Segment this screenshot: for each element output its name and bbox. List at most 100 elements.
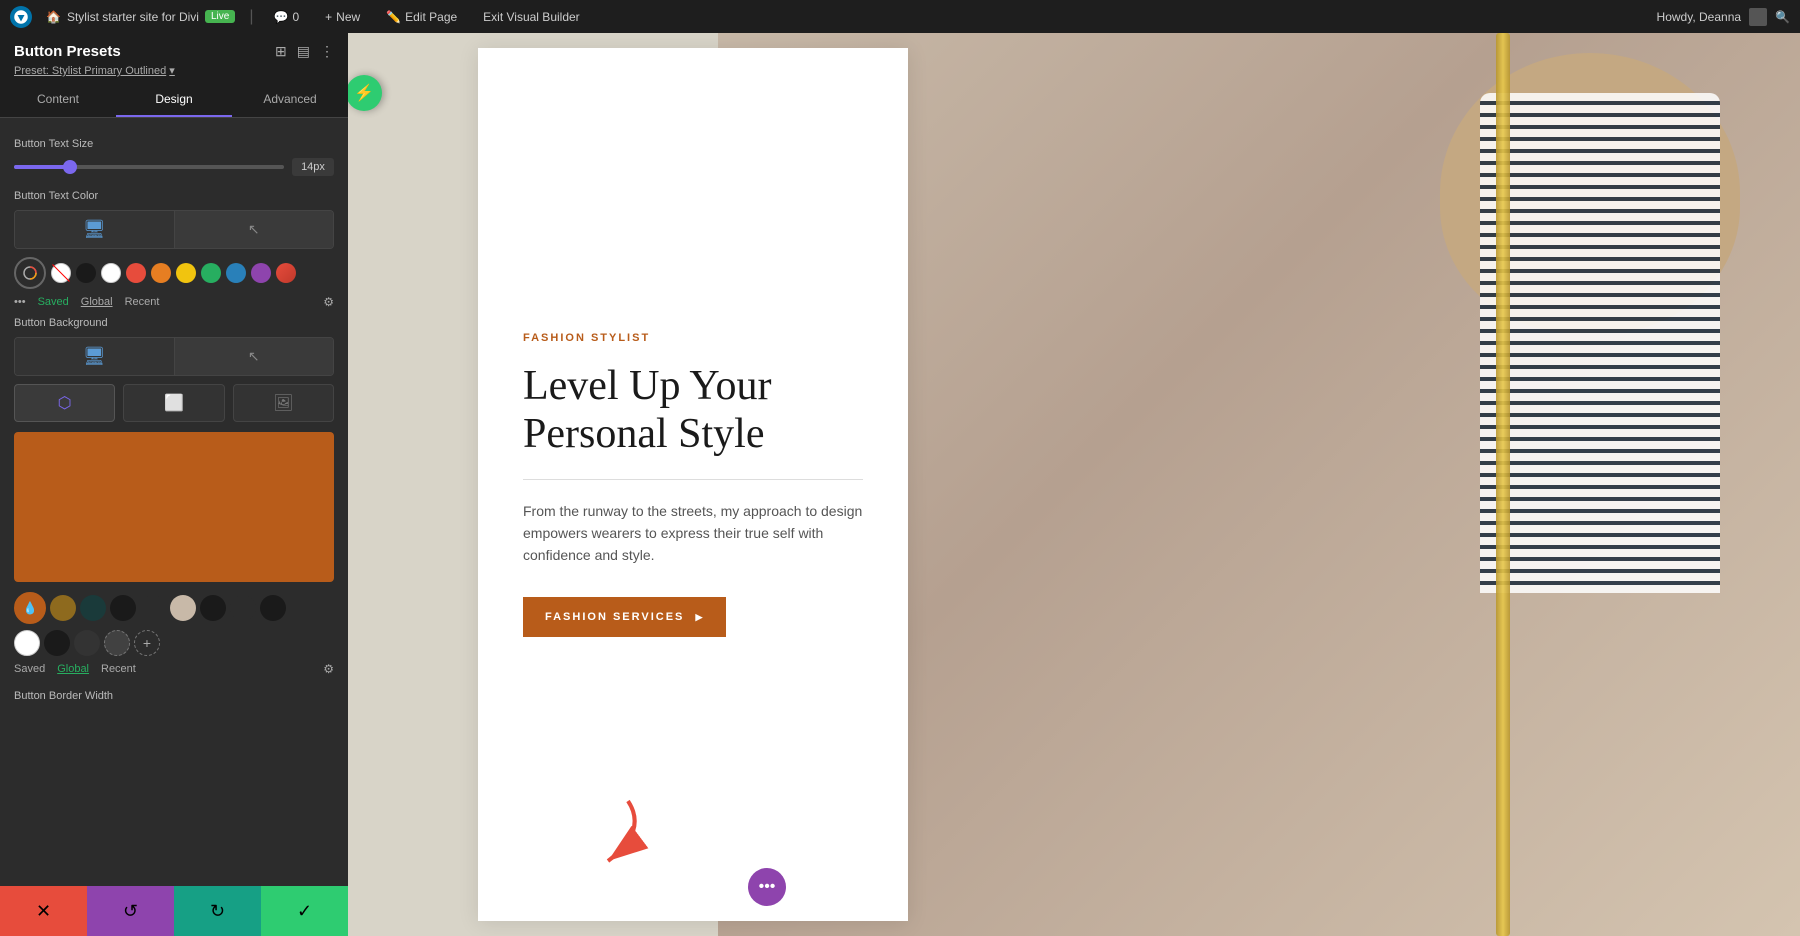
color-monitor-btn[interactable]: 🖥 — [15, 211, 174, 248]
slider-fill — [14, 165, 68, 169]
recent-swatch-1[interactable] — [50, 595, 76, 621]
grid-icon[interactable]: ⊞ — [275, 43, 287, 60]
recent-swatch-4[interactable] — [140, 595, 166, 621]
bottom-swatch-transparent[interactable] — [104, 630, 130, 656]
recent-swatch-8[interactable] — [260, 595, 286, 621]
bottom-swatch-white[interactable] — [14, 630, 40, 656]
swatch-crimson[interactable] — [276, 263, 296, 283]
undo-button[interactable]: ↺ — [87, 886, 174, 936]
save-icon: ✓ — [297, 901, 312, 922]
shirt-decoration — [1480, 93, 1720, 593]
color-settings-icon[interactable]: ⚙ — [323, 295, 334, 309]
btn-bg-cursor[interactable]: ↖ — [174, 338, 334, 375]
color-picker-icon[interactable] — [14, 257, 46, 289]
comment-count[interactable]: 💬 0 — [268, 8, 306, 26]
panel-subtitle: Preset: Stylist Primary Outlined ▾ — [14, 64, 334, 77]
swatch-purple[interactable] — [251, 263, 271, 283]
card-cta-button[interactable]: FASHION SERVICES ▶ — [523, 597, 726, 637]
swatch-green[interactable] — [201, 263, 221, 283]
cursor-icon-2: ↖ — [248, 348, 260, 365]
color-tab-saved-2[interactable]: Saved — [14, 663, 45, 675]
pencil-icon: ✏️ — [386, 10, 401, 24]
site-name-area: 🏠 Stylist starter site for Divi Live — [46, 10, 235, 24]
panel-content: Button Text Size 14px Button Text Color … — [0, 118, 348, 936]
swatch-black[interactable] — [76, 263, 96, 283]
btn-text-color-row: 🖥 ↖ — [14, 210, 334, 249]
color-cursor-btn[interactable]: ↖ — [174, 211, 334, 248]
bg-type-image[interactable]: 🖼 — [233, 384, 334, 422]
bottom-swatches-row: + — [14, 630, 334, 656]
add-swatch-button[interactable]: + — [134, 630, 160, 656]
arrow-indicator — [548, 791, 668, 876]
redo-button[interactable]: ↻ — [174, 886, 261, 936]
bg-type-gradient[interactable]: ⬜ — [123, 384, 224, 422]
swatch-yellow[interactable] — [176, 263, 196, 283]
color-tab-global-2[interactable]: Global — [57, 663, 89, 675]
swatch-orange[interactable] — [151, 263, 171, 283]
left-panel: Button Presets ⊞ ▤ ⋮ Preset: Stylist Pri… — [0, 33, 348, 936]
swatch-white[interactable] — [101, 263, 121, 283]
slider-thumb[interactable] — [63, 160, 77, 174]
undo-icon: ↺ — [123, 901, 138, 922]
tab-advanced[interactable]: Advanced — [232, 83, 348, 117]
color-tab-saved[interactable]: Saved — [38, 296, 69, 308]
top-bar: 🏠 Stylist starter site for Divi Live | 💬… — [0, 0, 1800, 33]
recent-swatch-7[interactable] — [230, 595, 256, 621]
live-badge: Live — [205, 10, 235, 23]
slider-track[interactable] — [14, 165, 284, 169]
cancel-icon: ✕ — [36, 901, 51, 922]
slider-value[interactable]: 14px — [292, 158, 334, 176]
exit-builder-button[interactable]: Exit Visual Builder — [477, 8, 586, 26]
color-settings-icon-2[interactable]: ⚙ — [323, 662, 334, 676]
tab-design[interactable]: Design — [116, 83, 232, 117]
site-name[interactable]: Stylist starter site for Divi — [67, 10, 199, 24]
recent-swatch-2[interactable] — [80, 595, 106, 621]
btn-bg-split-row: 🖥 ↖ — [14, 337, 334, 376]
canvas: ⚡ FASHION STYLIST Level Up Your Personal… — [348, 33, 1800, 936]
edit-page-button[interactable]: ✏️ Edit Page — [380, 8, 463, 26]
divi-edge-button[interactable]: ⚡ — [348, 75, 382, 111]
card-eyebrow: FASHION STYLIST — [523, 332, 863, 344]
dots-icon: ••• — [759, 878, 776, 896]
sep1: | — [249, 8, 253, 26]
save-button[interactable]: ✓ — [261, 886, 348, 936]
cancel-button[interactable]: ✕ — [0, 886, 87, 936]
image-icon: 🖼 — [273, 393, 293, 413]
btn-text-size-slider-row: 14px — [14, 158, 334, 176]
bottom-bar: ✕ ↺ ↻ ✓ — [0, 886, 348, 936]
bottom-swatch-dark[interactable] — [44, 630, 70, 656]
gradient-icon: ⬜ — [164, 393, 184, 413]
main-layout: Button Presets ⊞ ▤ ⋮ Preset: Stylist Pri… — [0, 33, 1800, 936]
btn-bg-monitor[interactable]: 🖥 — [15, 338, 174, 375]
bg-type-color[interactable]: ⬡ — [14, 384, 115, 422]
swatch-red[interactable] — [126, 263, 146, 283]
tab-content[interactable]: Content — [0, 83, 116, 117]
user-avatar[interactable] — [1749, 8, 1767, 26]
swatch-blue[interactable] — [226, 263, 246, 283]
main-color-swatch[interactable] — [14, 432, 334, 582]
color-tab-recent[interactable]: Recent — [125, 296, 160, 308]
more-icon[interactable]: ⋮ — [320, 43, 334, 60]
columns-icon[interactable]: ▤ — [297, 43, 310, 60]
new-button[interactable]: + New — [319, 8, 366, 26]
user-area: Howdy, Deanna 🔍 — [1657, 8, 1790, 26]
monitor-icon-2: 🖥 — [83, 346, 106, 367]
color-tab-global[interactable]: Global — [81, 296, 113, 308]
card-body: From the runway to the streets, my appro… — [523, 500, 863, 567]
recent-swatch-5[interactable] — [170, 595, 196, 621]
btn-border-width-label: Button Border Width — [14, 690, 334, 702]
recent-color-eyedropper[interactable]: 💧 — [14, 592, 46, 624]
wordpress-icon[interactable] — [10, 6, 32, 28]
fill-icon: ⬡ — [58, 393, 72, 413]
recent-swatch-3[interactable] — [110, 595, 136, 621]
btn-bg-label: Button Background — [14, 317, 334, 329]
plus-icon: + — [325, 10, 332, 24]
search-icon[interactable]: 🔍 — [1775, 10, 1790, 24]
recent-swatch-6[interactable] — [200, 595, 226, 621]
swatch-transparent[interactable] — [51, 263, 71, 283]
site-icon: 🏠 — [46, 10, 61, 24]
more-options-button[interactable]: ••• — [748, 868, 786, 906]
user-greeting: Howdy, Deanna — [1657, 10, 1742, 24]
bottom-swatch-darker[interactable] — [74, 630, 100, 656]
color-tab-recent-2[interactable]: Recent — [101, 663, 136, 675]
